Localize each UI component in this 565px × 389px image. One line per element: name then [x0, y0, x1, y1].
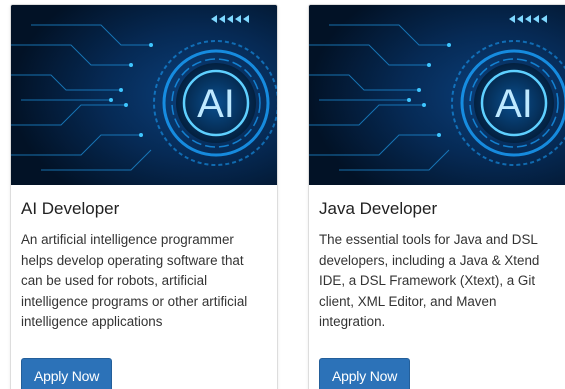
ai-circuit-image: AI	[11, 5, 277, 185]
card-title: Java Developer	[319, 199, 438, 218]
card-title: AI Developer	[21, 199, 120, 218]
apply-now-button[interactable]: Apply Now	[21, 358, 113, 389]
card-body: Java Developer The essential tools for J…	[309, 185, 565, 389]
card-body: AI Developer An artificial intelligence …	[11, 185, 277, 389]
ai-circuit-image: AI	[309, 5, 565, 185]
ai-image-text: AI	[495, 82, 533, 126]
apply-now-button[interactable]: Apply Now	[319, 358, 411, 389]
java-developer-card: AI Java Developer The essential tools fo…	[308, 4, 565, 389]
ai-developer-card: AI AI Developer An artificial intelligen…	[10, 4, 278, 389]
card-description: The essential tools for Java and DSL dev…	[319, 232, 540, 330]
job-cards-container: AI AI Developer An artificial intelligen…	[0, 0, 565, 389]
ai-image-text: AI	[197, 82, 235, 126]
card-description: An artificial intelligence programmer he…	[21, 232, 248, 330]
